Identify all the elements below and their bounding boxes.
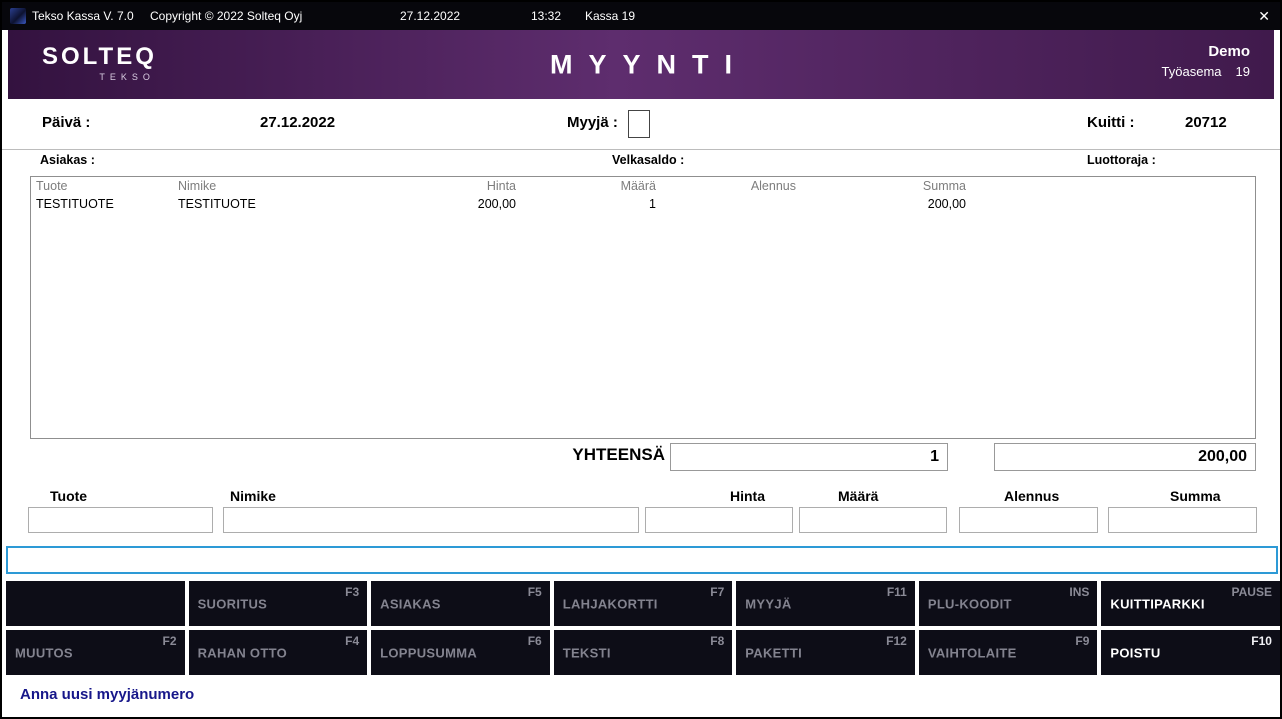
workstation-info: Työasema 19	[1162, 64, 1250, 79]
function-buttons: SUORITUS F3 ASIAKAS F5 LAHJAKORTTI F7 MY…	[6, 581, 1280, 675]
date-value: 27.12.2022	[260, 114, 335, 131]
cell-hinta: 200,00	[385, 195, 521, 213]
alennus-input[interactable]	[959, 507, 1098, 533]
total-quantity: 1	[670, 443, 948, 471]
total-label: YHTEENSÄ	[502, 445, 665, 465]
table-header: Tuote Nimike Hinta Määrä Alennus Summa	[31, 177, 1255, 195]
entry-label-summa: Summa	[1170, 488, 1221, 504]
window-title: Tekso Kassa V. 7.0	[32, 2, 134, 30]
page-title: MYYNTI	[534, 49, 748, 80]
button-poistu[interactable]: POISTU F10	[1101, 630, 1280, 675]
titlebar-time: 13:32	[531, 2, 561, 30]
button-loppusumma[interactable]: LOPPUSUMMA F6	[371, 630, 550, 675]
summa-input[interactable]	[1108, 507, 1257, 533]
titlebar: Tekso Kassa V. 7.0 Copyright © 2022 Solt…	[2, 2, 1280, 30]
date-label: Päivä :	[42, 114, 90, 131]
app-header: SOLTEQ TEKSO MYYNTI Demo Työasema 19	[8, 30, 1274, 99]
entry-label-hinta: Hinta	[730, 488, 765, 504]
button-muutos[interactable]: MUUTOS F2	[6, 630, 185, 675]
button-kuittiparkki[interactable]: KUITTIPARKKI PAUSE	[1101, 581, 1280, 626]
cell-maara: 1	[521, 195, 661, 213]
receipt-label: Kuitti :	[1087, 114, 1134, 131]
receipt-value: 20712	[1185, 114, 1227, 131]
mode-label: Demo	[1162, 43, 1250, 60]
app-window: Tekso Kassa V. 7.0 Copyright © 2022 Solt…	[0, 0, 1282, 719]
logo-secondary: TEKSO	[42, 72, 157, 82]
cell-tuote: TESTITUOTE	[31, 195, 173, 213]
app-icon	[10, 8, 26, 24]
button-suoritus[interactable]: SUORITUS F3	[189, 581, 368, 626]
button-asiakas[interactable]: ASIAKAS F5	[371, 581, 550, 626]
button-teksti[interactable]: TEKSTI F8	[554, 630, 733, 675]
titlebar-date: 27.12.2022	[400, 2, 460, 30]
tuote-input[interactable]	[28, 507, 213, 533]
cell-summa: 200,00	[801, 195, 971, 213]
seller-input[interactable]	[628, 110, 650, 138]
button-plu-koodit[interactable]: PLU-KOODIT INS	[919, 581, 1098, 626]
command-input[interactable]	[6, 546, 1278, 574]
header-right: Demo Työasema 19	[1162, 43, 1250, 79]
entry-label-maara: Määrä	[838, 488, 878, 504]
blank-button[interactable]	[6, 581, 185, 626]
table-row[interactable]: TESTITUOTE TESTITUOTE 200,00 1 200,00	[31, 195, 1255, 213]
button-paketti[interactable]: PAKETTI F12	[736, 630, 915, 675]
button-lahjakortti[interactable]: LAHJAKORTTI F7	[554, 581, 733, 626]
button-myyja[interactable]: MYYJÄ F11	[736, 581, 915, 626]
button-rahan-otto[interactable]: RAHAN OTTO F4	[189, 630, 368, 675]
titlebar-register: Kassa 19	[585, 2, 635, 30]
entry-label-nimike: Nimike	[230, 488, 276, 504]
col-header-summa: Summa	[801, 177, 971, 195]
close-icon[interactable]: ✕	[1258, 2, 1270, 30]
window-copyright: Copyright © 2022 Solteq Oyj	[150, 2, 302, 30]
solteq-logo: SOLTEQ TEKSO	[42, 43, 157, 82]
status-message: Anna uusi myyjänumero	[20, 686, 194, 703]
seller-label: Myyjä :	[567, 114, 618, 131]
cell-nimike: TESTITUOTE	[173, 195, 385, 213]
col-header-nimike: Nimike	[173, 177, 385, 195]
nimike-input[interactable]	[223, 507, 639, 533]
maara-input[interactable]	[799, 507, 947, 533]
button-vaihtolaite[interactable]: VAIHTOLAITE F9	[919, 630, 1098, 675]
hinta-input[interactable]	[645, 507, 793, 533]
col-header-hinta: Hinta	[385, 177, 521, 195]
entry-label-tuote: Tuote	[50, 488, 87, 504]
logo-primary: SOLTEQ	[42, 43, 157, 71]
cell-alennus	[661, 195, 801, 213]
col-header-tuote: Tuote	[31, 177, 173, 195]
workstation-value: 19	[1236, 64, 1250, 79]
debt-label: Velkasaldo :	[612, 153, 684, 167]
workstation-label: Työasema	[1162, 64, 1222, 79]
col-header-alennus: Alennus	[661, 177, 801, 195]
customer-label: Asiakas :	[40, 153, 95, 167]
total-amount: 200,00	[994, 443, 1256, 471]
divider	[2, 149, 1280, 150]
col-header-maara: Määrä	[521, 177, 661, 195]
sales-table: Tuote Nimike Hinta Määrä Alennus Summa T…	[30, 176, 1256, 439]
entry-label-alennus: Alennus	[1004, 488, 1059, 504]
credit-label: Luottoraja :	[1087, 153, 1156, 167]
